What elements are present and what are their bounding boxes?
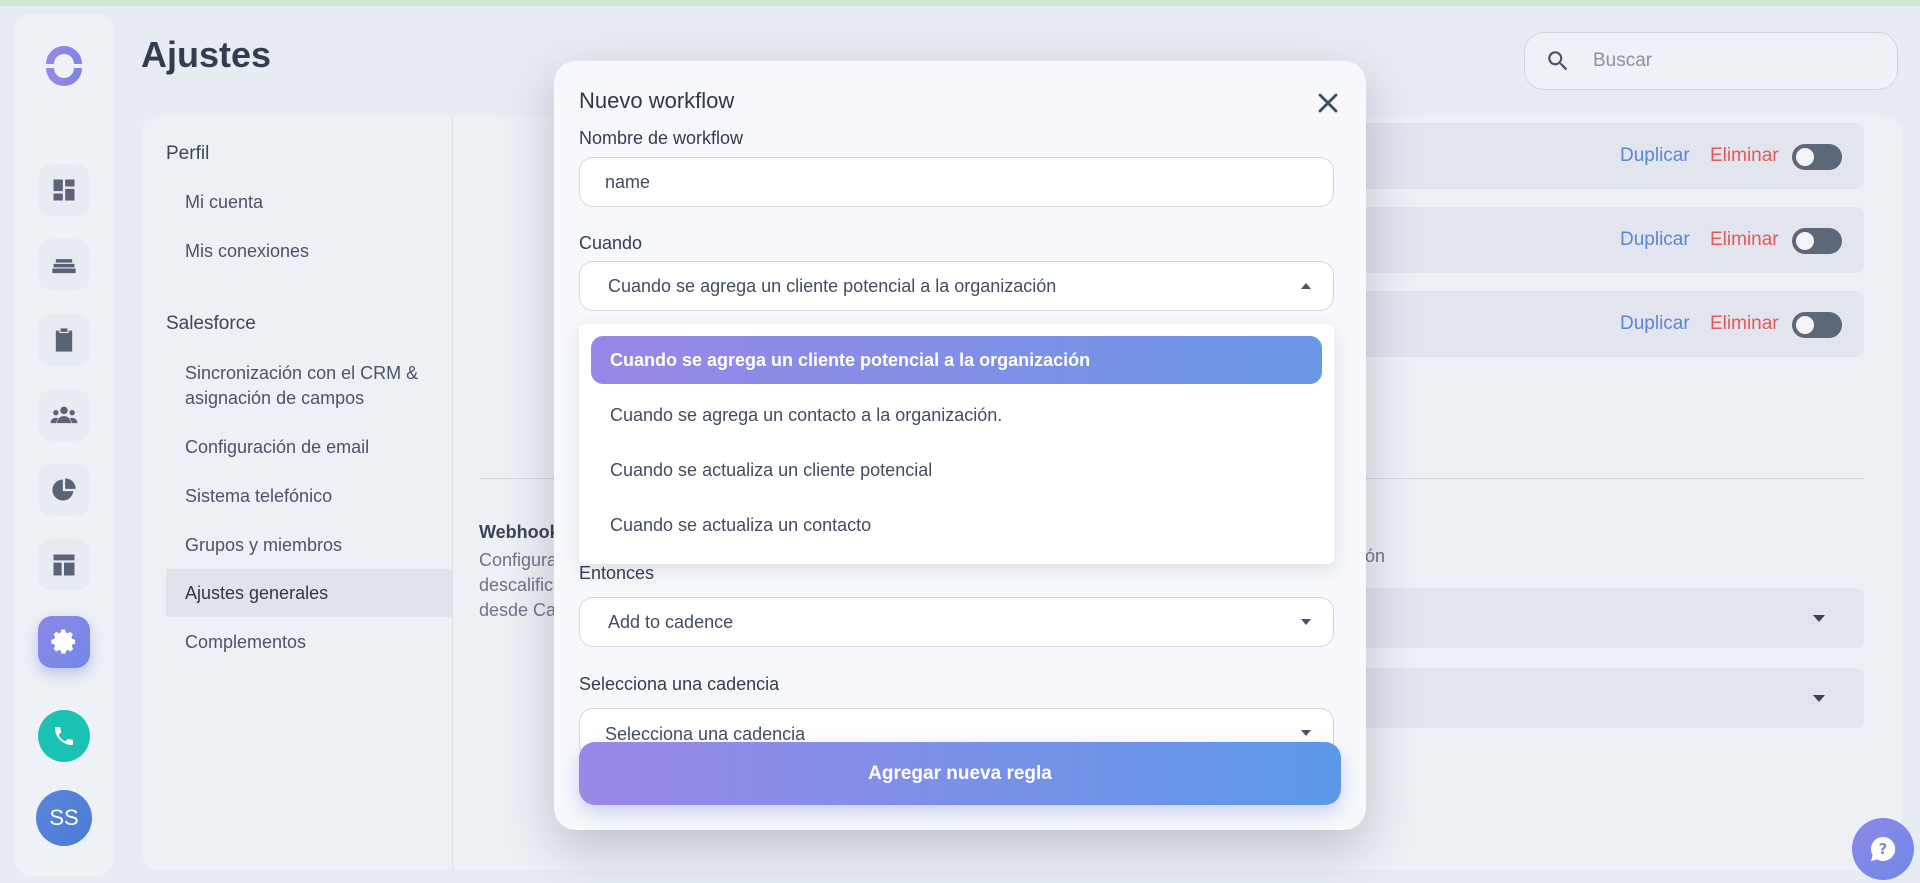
nav-item-groups-members[interactable]: Grupos y miembros — [166, 533, 453, 558]
layout-icon — [53, 554, 75, 576]
phone-button[interactable] — [38, 710, 90, 762]
workflow-name-input[interactable] — [605, 171, 1305, 193]
layers-icon — [52, 259, 76, 274]
chevron-down-icon — [1813, 695, 1825, 702]
duplicate-button[interactable]: Duplicar — [1620, 313, 1690, 335]
dropdown-option[interactable]: Cuando se actualiza un cliente potencial — [591, 446, 1322, 494]
when-select[interactable]: Cuando se agrega un cliente potencial a … — [579, 261, 1334, 311]
delete-button[interactable]: Eliminar — [1710, 229, 1779, 251]
nav-heading-profile: Perfil — [166, 143, 210, 164]
duplicate-button[interactable]: Duplicar — [1620, 229, 1690, 251]
nav-templates[interactable] — [38, 539, 90, 591]
workflow-name-label: Nombre de workflow — [579, 128, 744, 148]
cadence-label: Selecciona una cadencia — [579, 674, 780, 694]
top-accent-line — [0, 0, 1920, 6]
pie-chart-icon — [52, 478, 76, 501]
when-select-value: Cuando se agrega un cliente potencial a … — [608, 275, 1057, 296]
chevron-down-icon — [1301, 730, 1311, 736]
webhook-select-row[interactable] — [1360, 588, 1864, 648]
gear-icon — [51, 629, 76, 654]
search-icon — [1548, 51, 1568, 71]
when-label: Cuando — [579, 233, 643, 253]
nav-item-crm-sync[interactable]: Sincronización con el CRM & asignación d… — [166, 361, 436, 411]
modal-title: Nuevo workflow — [579, 88, 735, 113]
page-title: Ajustes — [141, 34, 272, 75]
chevron-down-icon — [1301, 619, 1311, 625]
nav-tasks[interactable] — [38, 314, 90, 366]
when-dropdown-menu: Cuando se agrega un cliente potencial a … — [579, 324, 1334, 564]
nav-dashboard[interactable] — [38, 164, 90, 216]
then-select[interactable]: Add to cadence — [579, 597, 1334, 647]
rule-toggle[interactable] — [1792, 228, 1842, 254]
dashboard-icon — [53, 179, 75, 201]
nav-cadences[interactable] — [38, 239, 90, 291]
chevron-up-icon — [1301, 283, 1311, 289]
chevron-down-icon — [1813, 615, 1825, 622]
nav-item-my-connections[interactable]: Mis conexiones — [166, 239, 453, 264]
delete-button[interactable]: Eliminar — [1710, 145, 1779, 167]
settings-nav: Perfil Mi cuenta Mis conexiones Salesfor… — [141, 116, 453, 870]
help-chat-icon: ? — [1870, 836, 1896, 861]
nav-item-email-config[interactable]: Configuración de email — [166, 435, 453, 460]
then-label: Entonces — [579, 563, 655, 583]
add-rule-button[interactable]: Agregar nueva regla — [579, 742, 1341, 805]
dropdown-option[interactable]: Cuando se agrega un cliente potencial a … — [591, 336, 1322, 384]
then-select-value: Add to cadence — [608, 611, 734, 632]
nav-reports[interactable] — [38, 464, 90, 516]
nav-heading-salesforce: Salesforce — [166, 313, 256, 334]
people-icon — [50, 406, 78, 424]
clipboard-icon — [55, 328, 73, 352]
webhook-select-row[interactable] — [1360, 668, 1864, 728]
delete-button[interactable]: Eliminar — [1710, 313, 1779, 335]
duplicate-button[interactable]: Duplicar — [1620, 145, 1690, 167]
rule-toggle[interactable] — [1792, 144, 1842, 170]
dropdown-option[interactable]: Cuando se actualiza un contacto — [591, 501, 1322, 549]
dropdown-option[interactable]: Cuando se agrega un contacto a la organi… — [591, 391, 1322, 439]
nav-contacts[interactable] — [38, 389, 90, 441]
nav-settings[interactable] — [38, 616, 90, 668]
svg-text:?: ? — [1879, 840, 1888, 858]
workflow-name-field[interactable] — [579, 157, 1334, 207]
rule-toggle[interactable] — [1792, 312, 1842, 338]
phone-icon — [55, 727, 73, 745]
webhook-title: Webhook — [479, 522, 560, 542]
nav-item-general-settings[interactable]: Ajustes generales — [166, 569, 453, 617]
close-icon[interactable] — [1314, 89, 1342, 117]
search-input[interactable] — [1593, 50, 1873, 72]
app-logo[interactable] — [38, 40, 90, 92]
user-avatar[interactable]: SS — [36, 790, 92, 846]
search-box[interactable] — [1524, 32, 1898, 90]
new-workflow-modal: Nuevo workflow Nombre de workflow Cuando… — [554, 61, 1366, 830]
nav-item-phone-system[interactable]: Sistema telefónico — [166, 484, 453, 509]
nav-item-my-account[interactable]: Mi cuenta — [166, 190, 453, 215]
webhook-desc-tail: ón — [1365, 546, 1386, 566]
help-chat-button[interactable]: ? — [1852, 818, 1914, 880]
nav-item-add-ons[interactable]: Complementos — [166, 630, 453, 655]
